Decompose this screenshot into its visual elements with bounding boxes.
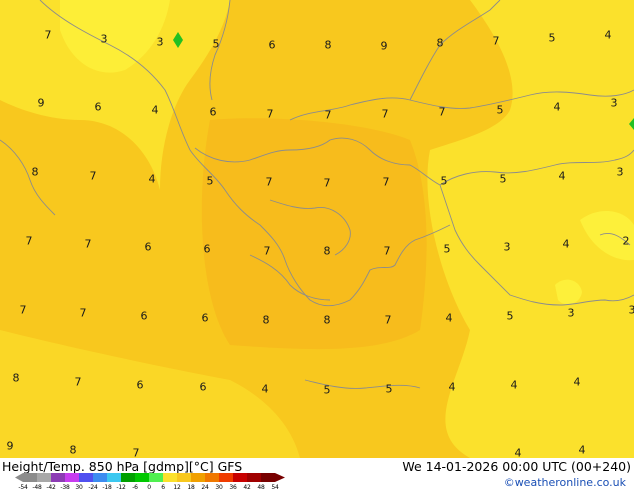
temperature-label: 8 bbox=[324, 315, 331, 326]
colorbar-arrow-right bbox=[275, 473, 285, 482]
temperature-label: 5 bbox=[324, 385, 331, 396]
temperature-label: 5 bbox=[549, 33, 556, 44]
temperature-label: 5 bbox=[507, 311, 514, 322]
temperature-label: 8 bbox=[263, 315, 270, 326]
colorbar-segment bbox=[233, 473, 247, 482]
colorbar-segment bbox=[51, 473, 65, 482]
temperature-label: 6 bbox=[200, 382, 207, 393]
temperature-label: 3 bbox=[629, 305, 634, 316]
temperature-label: 7 bbox=[264, 246, 271, 257]
temperature-label: 4 bbox=[449, 382, 456, 393]
temperature-label: 8 bbox=[32, 167, 39, 178]
temperature-label: 7 bbox=[45, 30, 52, 41]
temperature-label: 4 bbox=[152, 105, 159, 116]
temperature-label: 6 bbox=[95, 102, 102, 113]
temperature-label: 3 bbox=[101, 34, 108, 45]
temperature-label: 6 bbox=[137, 380, 144, 391]
colorbar-segment bbox=[121, 473, 135, 482]
colorbar-segment bbox=[79, 473, 93, 482]
temperature-label: 3 bbox=[611, 98, 618, 109]
temperature-label: 7 bbox=[85, 239, 92, 250]
temperature-label: 4 bbox=[149, 174, 156, 185]
temperature-label: 7 bbox=[90, 171, 97, 182]
colorbar-segment bbox=[219, 473, 233, 482]
temperature-label: 5 bbox=[386, 384, 393, 395]
temperature-label: 4 bbox=[605, 30, 612, 41]
temperature-label: 6 bbox=[269, 40, 276, 51]
temperature-label: 9 bbox=[381, 41, 388, 52]
temperature-label: 7 bbox=[325, 110, 332, 121]
temperature-label: 4 bbox=[446, 313, 453, 324]
temperature-label: 7 bbox=[267, 109, 274, 120]
temperature-label: 8 bbox=[325, 40, 332, 51]
temperature-label: 4 bbox=[511, 380, 518, 391]
colorbar-segment bbox=[177, 473, 191, 482]
temperature-label: 5 bbox=[444, 244, 451, 255]
colorbar-segment bbox=[247, 473, 261, 482]
temperature-label: 8 bbox=[324, 246, 331, 257]
temperature-label: 6 bbox=[210, 107, 217, 118]
temperature-label: 7 bbox=[75, 377, 82, 388]
temperature-label: 7 bbox=[439, 107, 446, 118]
temperature-label: 3 bbox=[504, 242, 511, 253]
temperature-label: 3 bbox=[157, 37, 164, 48]
temperature-label: 6 bbox=[145, 242, 152, 253]
temperature-label: 5 bbox=[500, 174, 507, 185]
temperature-label: 7 bbox=[324, 178, 331, 189]
temperature-label: 4 bbox=[559, 171, 566, 182]
temperature-label: 7 bbox=[493, 36, 500, 47]
weather-map: 7 3 3 5 6 8 9 8 7 5 4 9 6 4 6 7 7 7 7 5 4 3 8 7 4 5 7 7 7 5 5 4 3 7 7 6 6 7 8 7… bbox=[0, 0, 634, 490]
temperature-label: 4 bbox=[574, 377, 581, 388]
temperature-label: 6 bbox=[202, 313, 209, 324]
temperature-label: 9 bbox=[7, 441, 14, 452]
colorbar-arrow-left bbox=[15, 473, 23, 482]
temperature-label: 7 bbox=[383, 177, 390, 188]
temperature-label: 7 bbox=[384, 246, 391, 257]
temperature-label: 7 bbox=[266, 177, 273, 188]
color-scale-bar bbox=[15, 472, 295, 483]
temperature-label: 3 bbox=[617, 167, 624, 178]
temperature-label: 6 bbox=[204, 244, 211, 255]
temperature-label: 4 bbox=[563, 239, 570, 250]
temp-band-12-18 bbox=[202, 118, 427, 349]
temperature-label: 8 bbox=[70, 445, 77, 456]
temperature-label: 2 bbox=[623, 236, 630, 247]
temperature-label: 7 bbox=[20, 305, 27, 316]
temperature-label: 5 bbox=[213, 39, 220, 50]
temperature-label: 4 bbox=[515, 448, 522, 459]
temperature-label: 4 bbox=[262, 384, 269, 395]
colorbar-segment bbox=[261, 473, 275, 482]
forecast-datetime: We 14-01-2026 00:00 UTC (00+240) bbox=[402, 459, 631, 474]
temperature-label: 8 bbox=[13, 373, 20, 384]
temperature-label: 7 bbox=[385, 315, 392, 326]
temperature-label: 8 bbox=[437, 38, 444, 49]
colorbar-segment bbox=[37, 473, 51, 482]
temperature-label: 7 bbox=[26, 236, 33, 247]
temperature-label: 5 bbox=[207, 176, 214, 187]
temperature-label: 6 bbox=[141, 311, 148, 322]
temperature-label: 7 bbox=[382, 109, 389, 120]
colorbar-segment bbox=[107, 473, 121, 482]
temperature-label: 4 bbox=[579, 445, 586, 456]
map-canvas bbox=[0, 0, 634, 490]
temperature-label: 3 bbox=[568, 308, 575, 319]
temperature-label: 5 bbox=[441, 176, 448, 187]
colorbar-segment bbox=[149, 473, 163, 482]
colorbar-segment bbox=[135, 473, 149, 482]
temperature-label: 7 bbox=[133, 448, 140, 459]
temperature-label: 5 bbox=[497, 105, 504, 116]
colorbar-segment bbox=[191, 473, 205, 482]
colorbar-segment bbox=[93, 473, 107, 482]
colorbar-segment bbox=[205, 473, 219, 482]
temperature-label: 4 bbox=[554, 102, 561, 113]
colorbar-segment bbox=[163, 473, 177, 482]
colorbar-segment bbox=[65, 473, 79, 482]
temperature-label: 7 bbox=[80, 308, 87, 319]
credit-link[interactable]: ©weatheronline.co.uk bbox=[504, 476, 626, 489]
temperature-label: 9 bbox=[38, 98, 45, 109]
colorbar-segment bbox=[23, 473, 37, 482]
